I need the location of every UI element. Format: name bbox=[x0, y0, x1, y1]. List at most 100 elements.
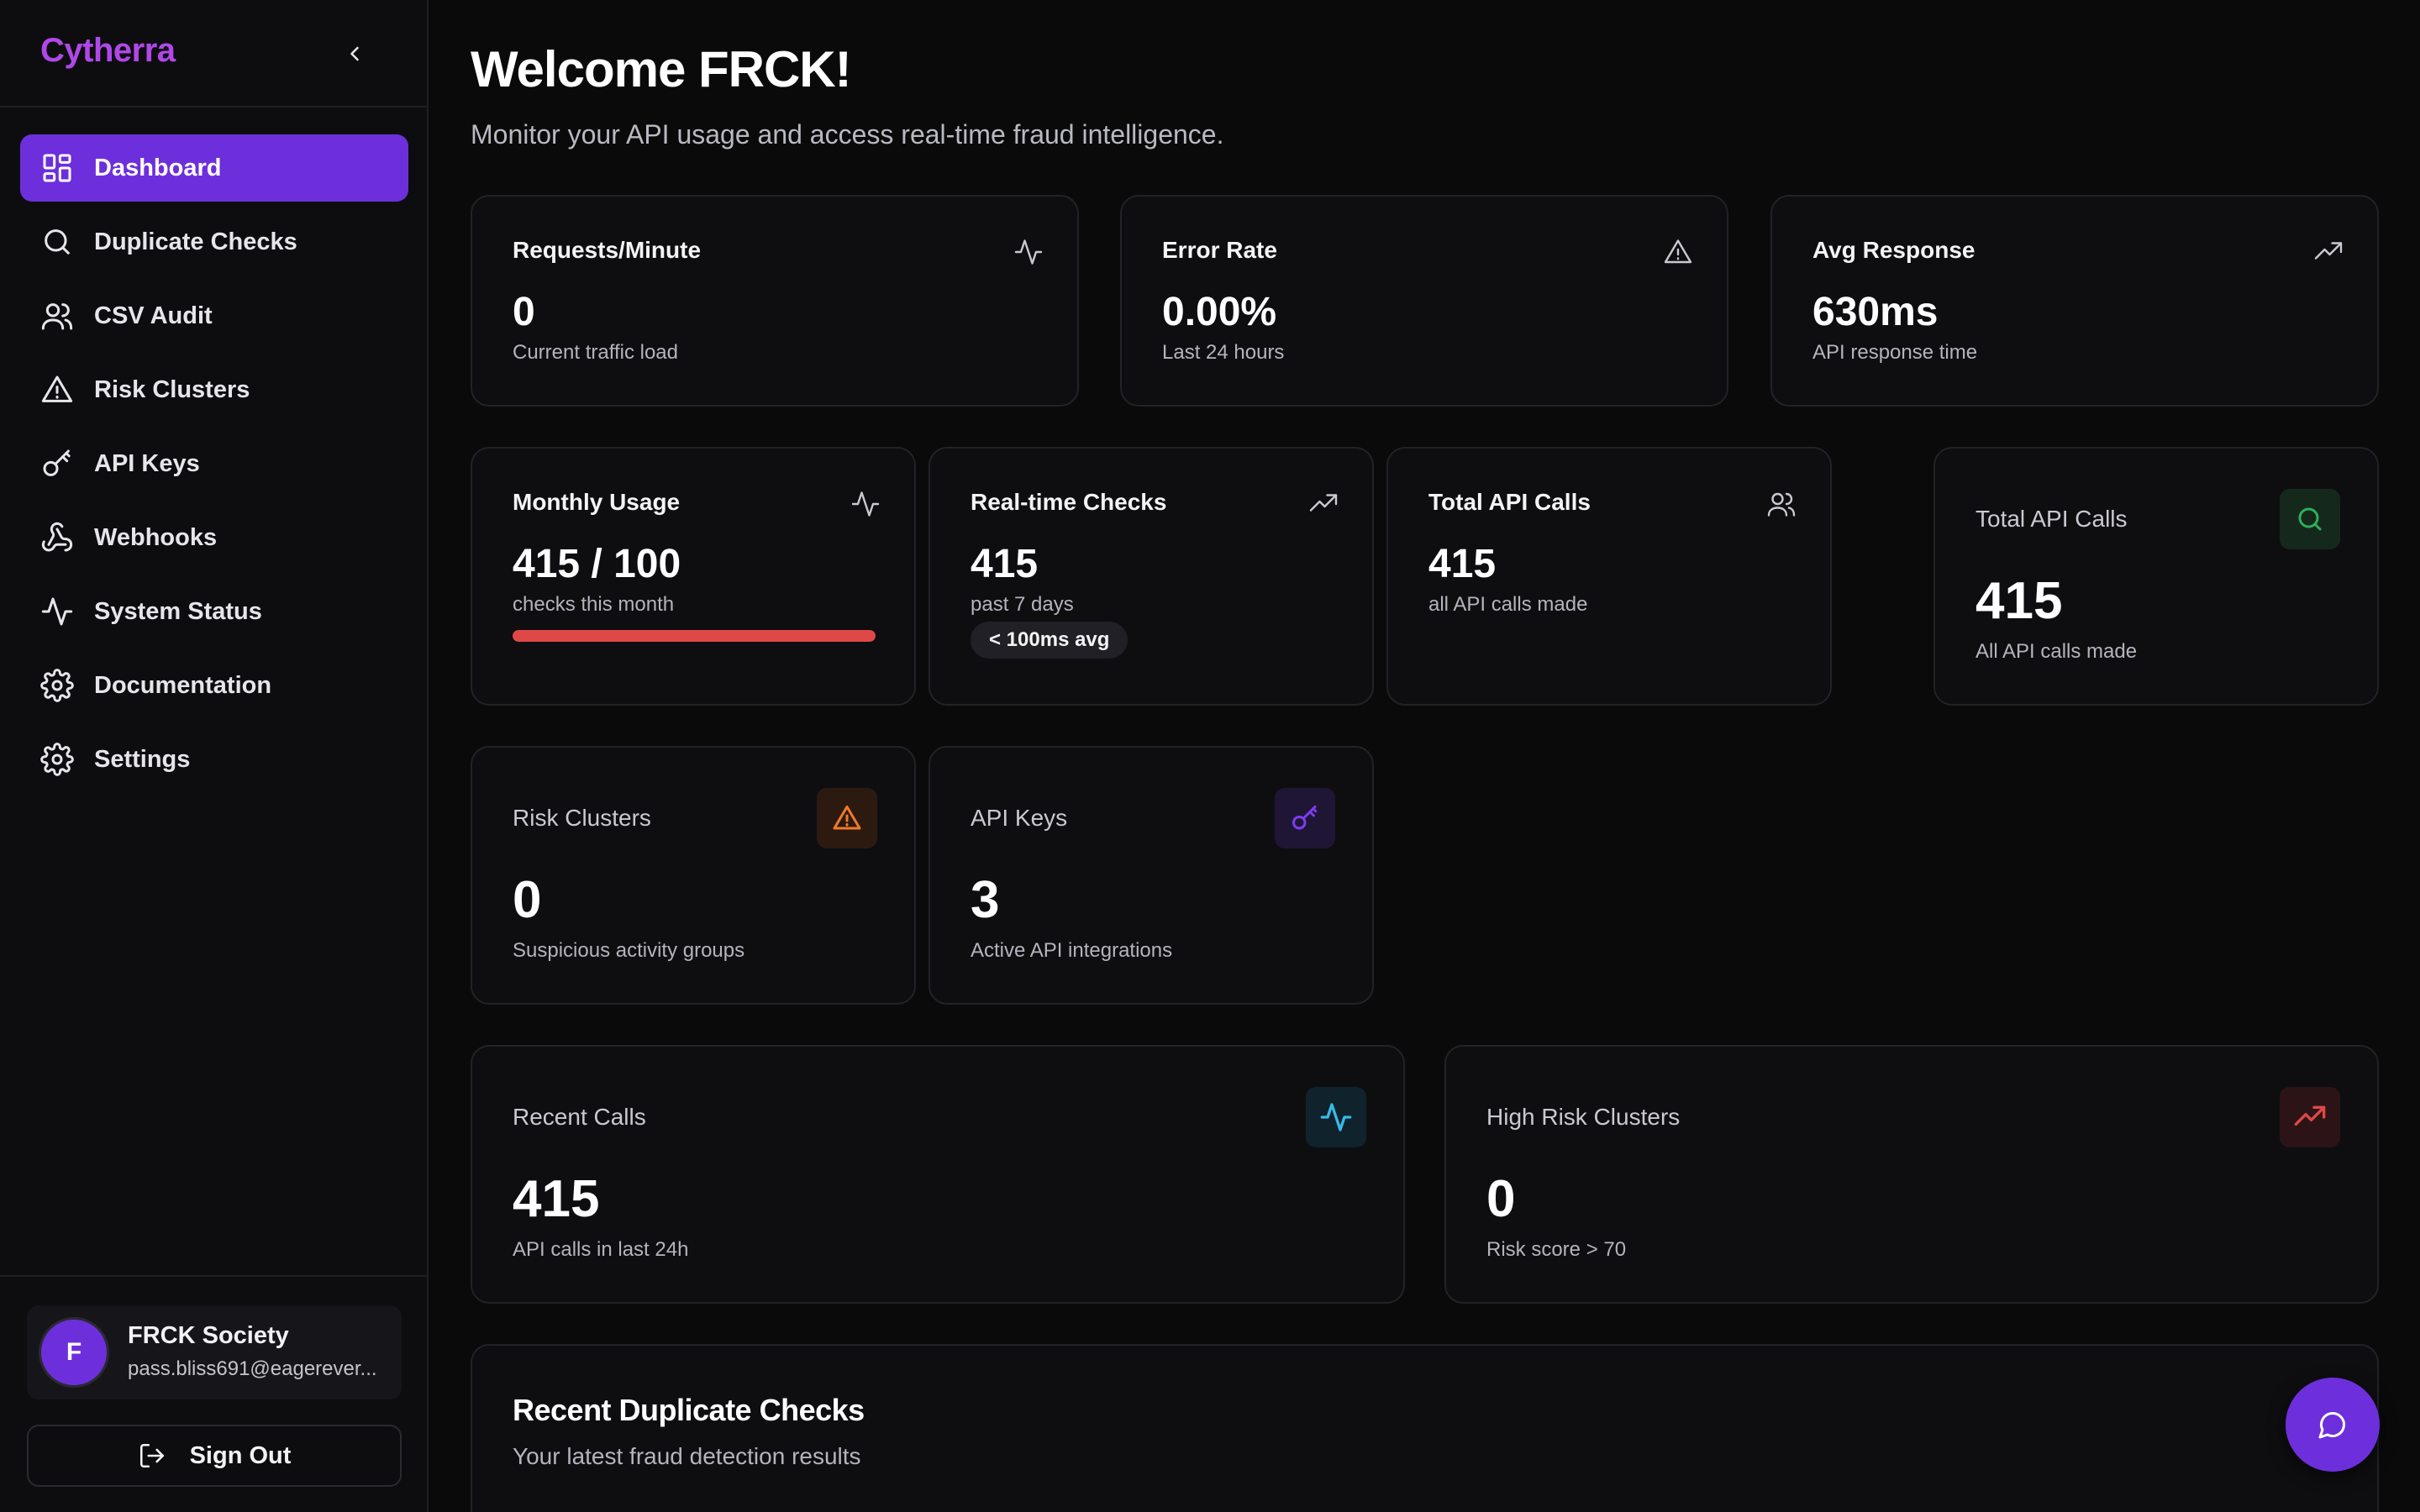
section-subtitle: Your latest fraud detection results bbox=[513, 1443, 861, 1469]
sidebar-nav: Dashboard Duplicate Checks CSV Audit Ris… bbox=[20, 134, 408, 800]
stat-subtext: API response time bbox=[1812, 341, 1978, 364]
log-out-icon bbox=[138, 1441, 166, 1470]
trending-up-icon bbox=[2313, 237, 2344, 267]
stat-subtext: all API calls made bbox=[1428, 593, 1588, 616]
main-content: Welcome FRCK! Monitor your API usage and… bbox=[429, 0, 2420, 1512]
sidebar-item-system-status[interactable]: System Status bbox=[20, 578, 408, 645]
page-subtitle: Monitor your API usage and access real-t… bbox=[471, 119, 1224, 150]
stat-title: Total API Calls bbox=[1428, 489, 1591, 515]
stat-value: 0 bbox=[1486, 1170, 1516, 1228]
sidebar-item-risk-clusters[interactable]: Risk Clusters bbox=[20, 356, 408, 423]
chat-icon bbox=[2317, 1410, 2348, 1440]
stat-subtext: API calls in last 24h bbox=[513, 1238, 689, 1261]
activity-icon bbox=[850, 489, 881, 519]
stat-card-total-api-calls-2: Total API Calls 415 All API calls made bbox=[1933, 447, 2379, 706]
stat-value: 0.00% bbox=[1162, 290, 1277, 334]
sidebar-item-api-keys[interactable]: API Keys bbox=[20, 430, 408, 497]
stat-subtext: Risk score > 70 bbox=[1486, 1238, 1627, 1261]
stat-title: High Risk Clusters bbox=[1486, 1104, 1681, 1130]
users-icon bbox=[40, 299, 74, 333]
latency-badge: < 100ms avg bbox=[971, 622, 1128, 659]
brand-row: Cytherra bbox=[0, 0, 427, 108]
stat-title: Avg Response bbox=[1812, 237, 1975, 263]
stat-value: 415 bbox=[513, 1170, 600, 1228]
gear-icon bbox=[40, 669, 74, 702]
stat-card-risk-clusters: Risk Clusters 0 Suspicious activity grou… bbox=[471, 746, 916, 1005]
stat-value: 0 bbox=[513, 871, 542, 929]
brand-logo[interactable]: Cytherra bbox=[40, 32, 176, 70]
stat-title: Error Rate bbox=[1162, 237, 1277, 263]
sidebar-item-label: CSV Audit bbox=[94, 302, 213, 329]
sidebar-item-settings[interactable]: Settings bbox=[20, 726, 408, 793]
stat-subtext: checks this month bbox=[513, 593, 675, 616]
collapse-sidebar-button[interactable] bbox=[336, 35, 373, 72]
activity-icon bbox=[1013, 237, 1044, 267]
sidebar-item-label: System Status bbox=[94, 597, 262, 625]
sign-out-label: Sign Out bbox=[189, 1441, 292, 1469]
usage-progress-bar bbox=[513, 630, 876, 642]
sidebar-item-csv-audit[interactable]: CSV Audit bbox=[20, 282, 408, 349]
sidebar-item-label: Risk Clusters bbox=[94, 375, 250, 403]
stat-subtext: Last 24 hours bbox=[1162, 341, 1285, 364]
chat-button[interactable] bbox=[2286, 1378, 2380, 1472]
trending-up-icon bbox=[1308, 489, 1339, 519]
dashboard-icon bbox=[40, 151, 74, 185]
stat-value: 415 bbox=[1428, 542, 1497, 586]
stat-card-realtime-checks: Real-time Checks 415 past 7 days < 100ms… bbox=[929, 447, 1374, 706]
stat-subtext: Suspicious activity groups bbox=[513, 939, 745, 962]
stat-card-error-rate: Error Rate 0.00% Last 24 hours bbox=[1120, 195, 1728, 407]
stat-value: 415 bbox=[971, 542, 1039, 586]
user-email: pass.bliss691@eagerever... bbox=[128, 1357, 377, 1380]
users-icon bbox=[1766, 489, 1797, 519]
key-icon bbox=[40, 447, 74, 480]
sidebar-item-documentation[interactable]: Documentation bbox=[20, 652, 408, 719]
stat-card-api-keys: API Keys 3 Active API integrations bbox=[929, 746, 1374, 1005]
activity-icon bbox=[1306, 1087, 1366, 1147]
stat-value: 0 bbox=[513, 290, 535, 334]
sidebar-item-label: Documentation bbox=[94, 671, 272, 699]
stat-subtext: Active API integrations bbox=[971, 939, 1173, 962]
user-card[interactable]: F FRCK Society pass.bliss691@eagerever..… bbox=[27, 1305, 402, 1399]
page-title: Welcome FRCK! bbox=[471, 41, 852, 97]
usage-progress-fill bbox=[513, 630, 876, 642]
webhook-icon bbox=[40, 521, 74, 554]
stat-title: Real-time Checks bbox=[971, 489, 1167, 515]
gear-icon bbox=[40, 743, 74, 776]
stat-subtext: past 7 days bbox=[971, 593, 1074, 616]
sidebar: Cytherra Dashboard Duplicate Checks CSV … bbox=[0, 0, 429, 1512]
stat-title: Recent Calls bbox=[513, 1104, 646, 1130]
sidebar-item-label: Duplicate Checks bbox=[94, 228, 297, 255]
stat-title: Requests/Minute bbox=[513, 237, 702, 263]
warning-icon bbox=[817, 788, 877, 848]
sidebar-item-dashboard[interactable]: Dashboard bbox=[20, 134, 408, 202]
stat-title: Total API Calls bbox=[1975, 506, 2128, 532]
stat-card-recent-calls: Recent Calls 415 API calls in last 24h bbox=[471, 1045, 1405, 1304]
stat-subtext: All API calls made bbox=[1975, 640, 2138, 663]
warning-icon bbox=[40, 373, 74, 407]
user-name: FRCK Society bbox=[128, 1322, 289, 1349]
trending-up-icon bbox=[2280, 1087, 2340, 1147]
stat-title: API Keys bbox=[971, 805, 1068, 831]
sidebar-item-label: Webhooks bbox=[94, 523, 218, 551]
stat-value: 3 bbox=[971, 871, 1000, 929]
stat-value: 415 / 100 bbox=[513, 542, 681, 586]
sidebar-item-label: Dashboard bbox=[94, 154, 222, 181]
sidebar-item-label: Settings bbox=[94, 745, 191, 773]
chevron-left-icon bbox=[343, 42, 366, 66]
search-icon bbox=[2280, 489, 2340, 549]
stat-value: 415 bbox=[1975, 572, 2063, 630]
sidebar-item-label: API Keys bbox=[94, 449, 200, 477]
activity-icon bbox=[40, 595, 74, 628]
stat-card-requests-per-minute: Requests/Minute 0 Current traffic load bbox=[471, 195, 1079, 407]
stat-card-high-risk-clusters: High Risk Clusters 0 Risk score > 70 bbox=[1444, 1045, 2379, 1304]
stat-card-total-api-calls: Total API Calls 415 all API calls made bbox=[1386, 447, 1832, 706]
sidebar-footer: F FRCK Society pass.bliss691@eagerever..… bbox=[0, 1275, 427, 1512]
sign-out-button[interactable]: Sign Out bbox=[27, 1425, 402, 1487]
stat-subtext: Current traffic load bbox=[513, 341, 678, 364]
sidebar-item-duplicate-checks[interactable]: Duplicate Checks bbox=[20, 208, 408, 276]
stat-title: Monthly Usage bbox=[513, 489, 681, 515]
search-icon bbox=[40, 225, 74, 259]
sidebar-item-webhooks[interactable]: Webhooks bbox=[20, 504, 408, 571]
avatar: F bbox=[39, 1317, 109, 1388]
stat-card-monthly-usage: Monthly Usage 415 / 100 checks this mont… bbox=[471, 447, 916, 706]
